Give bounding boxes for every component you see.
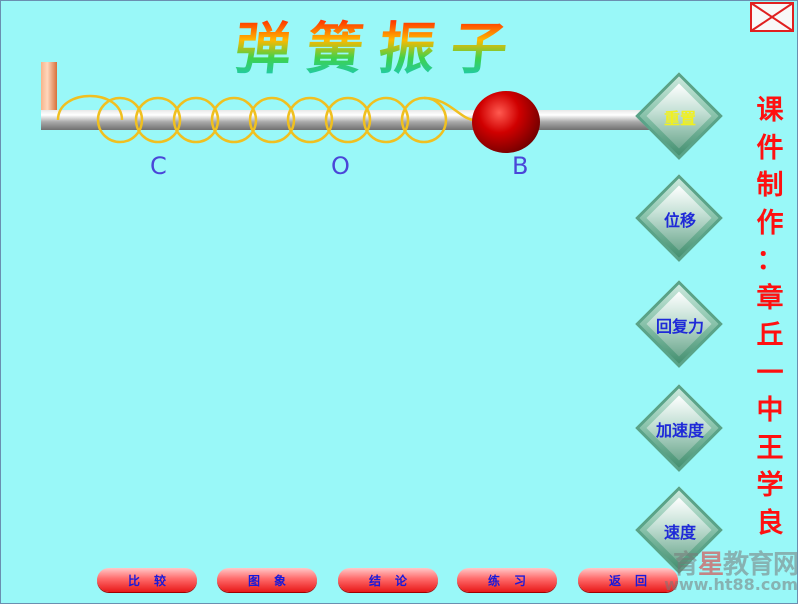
close-icon[interactable] [750, 2, 794, 32]
credit-text: 课 件 制 作 ： 章 丘 一 中 王 学 良 [756, 95, 784, 539]
title-char: 弹 [231, 16, 295, 82]
title-char: 子 [447, 16, 511, 82]
page-title: 弹 簧 振 子 [231, 14, 555, 84]
point-label-o: O [331, 152, 350, 180]
displacement-button[interactable]: 位移 [635, 174, 725, 264]
exercise-button[interactable]: 练习 [457, 568, 557, 592]
title-char: 簧 [303, 16, 367, 82]
compare-button[interactable]: 比较 [97, 568, 197, 592]
restoring-force-button[interactable]: 回复力 [635, 280, 725, 370]
point-label-c: C [150, 152, 167, 180]
acceleration-button[interactable]: 加速度 [635, 384, 725, 474]
velocity-button[interactable]: 速度 [635, 486, 725, 576]
conclusion-button[interactable]: 结论 [338, 568, 438, 592]
oscillator-ball[interactable] [472, 91, 540, 153]
title-char: 振 [375, 16, 439, 82]
reset-button[interactable]: 重置 [635, 72, 725, 162]
spring-coil [56, 94, 476, 144]
graph-button[interactable]: 图象 [217, 568, 317, 592]
point-label-b: B [512, 152, 529, 180]
